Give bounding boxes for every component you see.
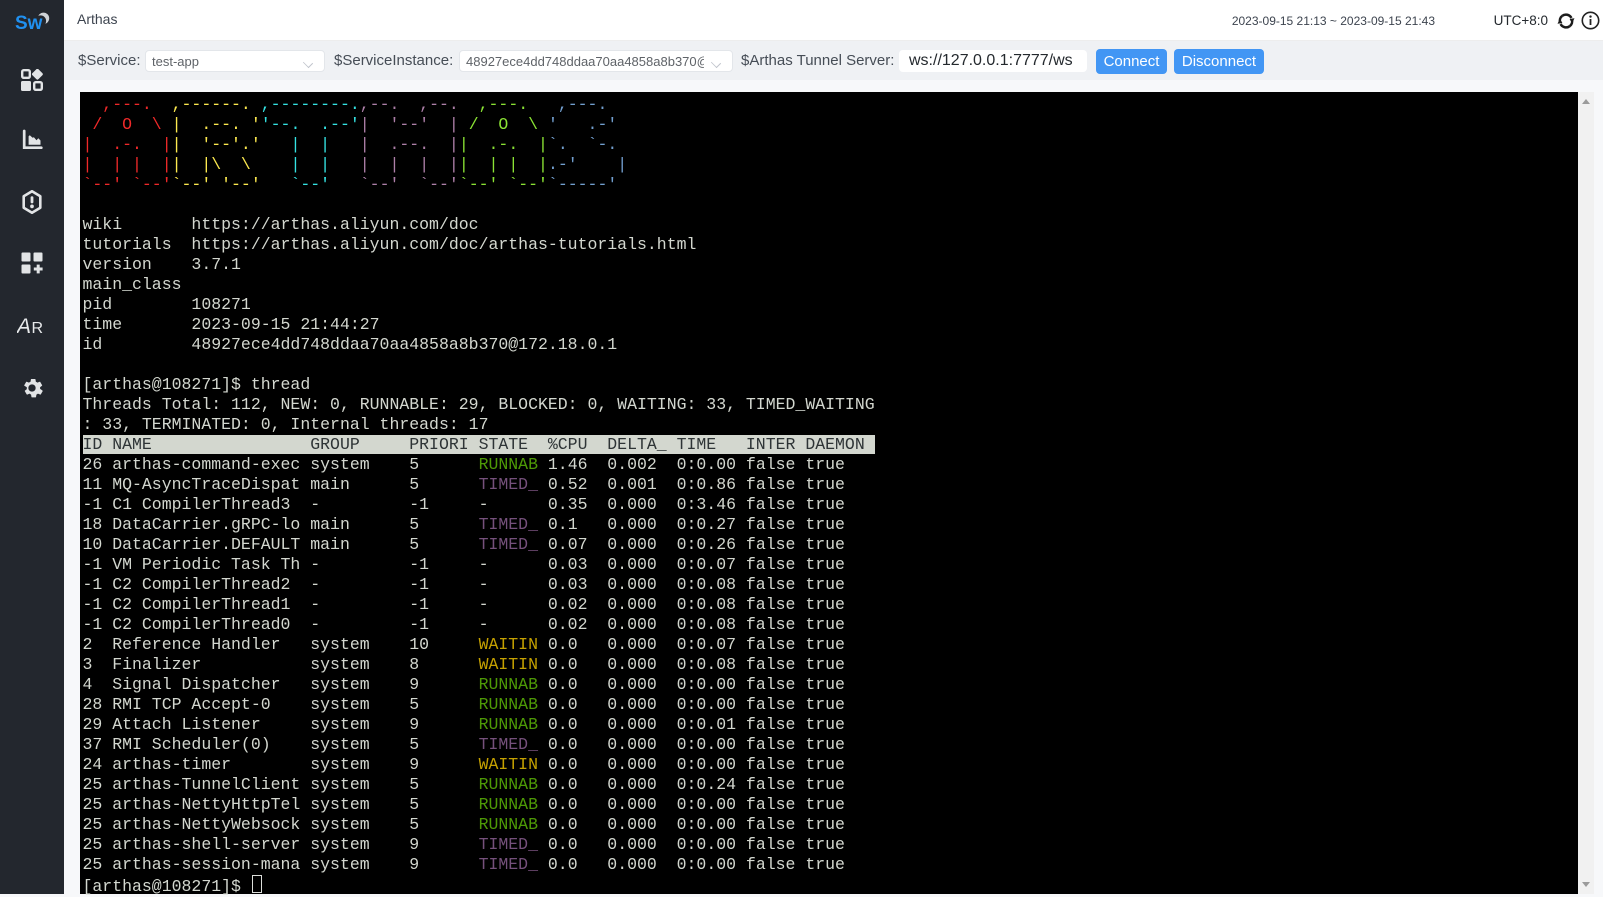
svg-text:Sw: Sw [15,13,43,34]
svg-text:R: R [32,320,44,336]
svg-text:A: A [17,315,31,336]
